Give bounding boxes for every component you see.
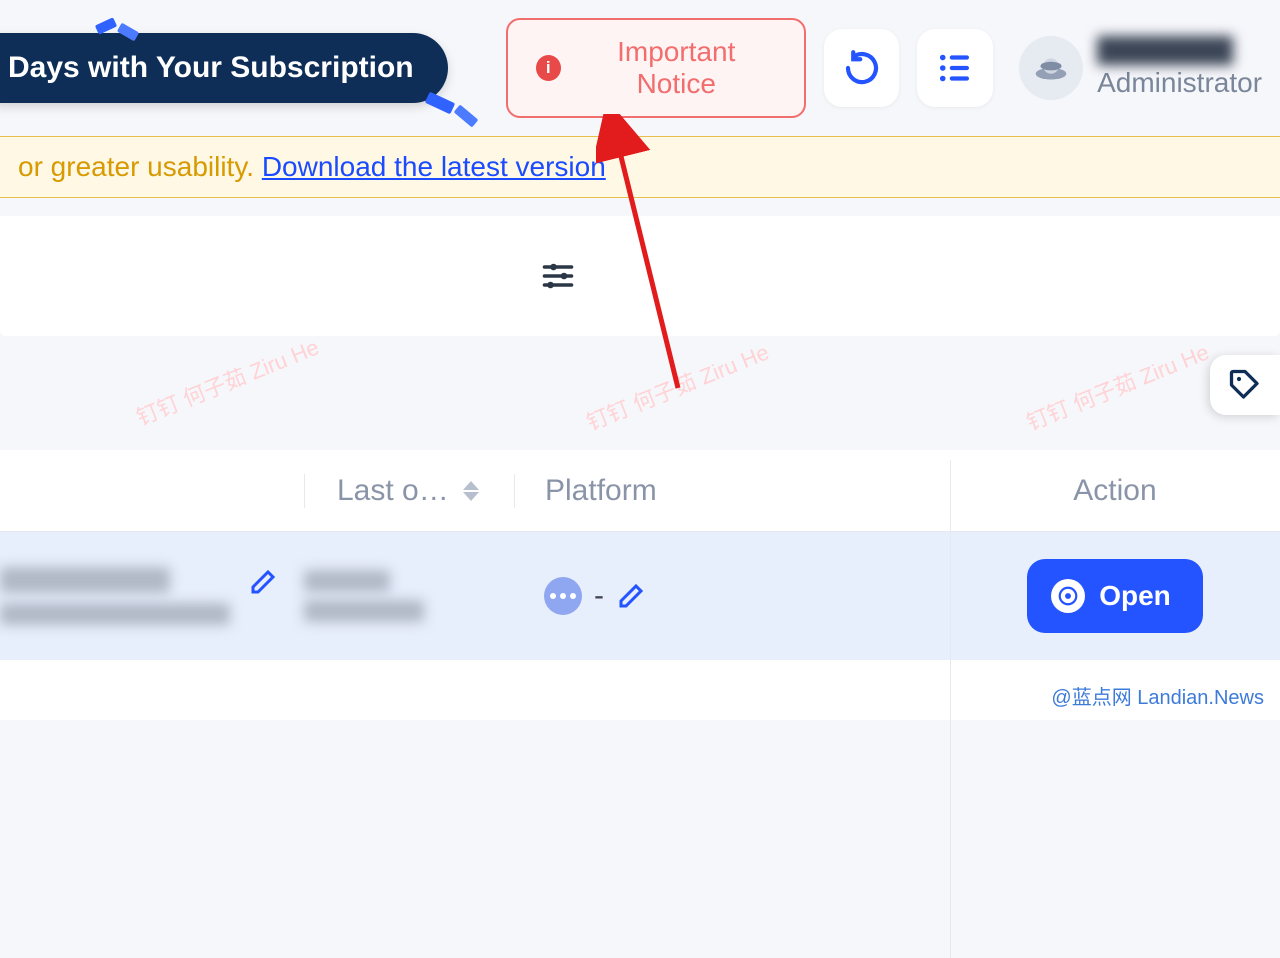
update-banner: or greater usability. Download the lates… bbox=[0, 136, 1280, 198]
avatar bbox=[1019, 36, 1083, 100]
list-icon bbox=[934, 47, 976, 89]
column-header-action: Action bbox=[950, 474, 1280, 508]
download-latest-link[interactable]: Download the latest version bbox=[262, 151, 606, 182]
open-button-label: Open bbox=[1099, 580, 1171, 612]
cell-profile bbox=[0, 567, 304, 625]
watermark-text: 钉钉 何子茹 Ziru He bbox=[131, 330, 323, 432]
last-open-date-redacted bbox=[304, 600, 424, 622]
table-header: Last o… Platform Action bbox=[0, 450, 1280, 532]
last-open-time-redacted bbox=[304, 570, 390, 592]
user-name: ████████ bbox=[1097, 37, 1262, 65]
column-header-last-open[interactable]: Last o… bbox=[304, 474, 514, 508]
refresh-icon bbox=[841, 47, 883, 89]
confetti-icon bbox=[453, 104, 478, 127]
subscription-banner: Days with Your Subscription bbox=[0, 33, 448, 103]
sort-icon bbox=[463, 481, 479, 501]
profile-name-redacted bbox=[0, 567, 170, 593]
table-row: - Open bbox=[0, 532, 1280, 660]
column-header-label: Action bbox=[1073, 474, 1156, 507]
open-icon-wrap bbox=[1051, 579, 1085, 613]
info-icon: i bbox=[536, 55, 561, 81]
avatar-icon bbox=[1028, 45, 1074, 91]
filter-button[interactable] bbox=[540, 236, 576, 315]
cell-action: Open bbox=[950, 559, 1280, 633]
user-text: ████████ Administrator bbox=[1097, 37, 1262, 99]
edit-platform-button[interactable] bbox=[616, 581, 646, 611]
user-role: Administrator bbox=[1097, 67, 1262, 99]
edit-profile-button[interactable] bbox=[248, 567, 278, 597]
profile-id-redacted bbox=[0, 603, 230, 625]
source-label: @蓝点网 Landian.News bbox=[1051, 681, 1264, 710]
cell-last-open bbox=[304, 570, 514, 622]
cell-platform: - bbox=[514, 577, 950, 615]
refresh-button[interactable] bbox=[824, 29, 900, 107]
edit-icon bbox=[248, 567, 278, 597]
confetti-icon bbox=[424, 92, 454, 115]
subscription-banner-text: Days with Your Subscription bbox=[8, 51, 414, 84]
column-header-label: Platform bbox=[545, 474, 657, 507]
important-notice-button[interactable]: i Important Notice bbox=[506, 18, 806, 118]
list-button[interactable] bbox=[917, 29, 993, 107]
important-notice-label: Important Notice bbox=[577, 36, 776, 100]
tag-float-button[interactable] bbox=[1210, 355, 1280, 415]
confetti-icon bbox=[95, 17, 117, 35]
column-header-label: Last o… bbox=[337, 474, 449, 508]
column-header-platform[interactable]: Platform bbox=[514, 474, 950, 508]
update-banner-text: or greater usability. bbox=[18, 151, 262, 182]
user-block[interactable]: ████████ Administrator bbox=[1019, 36, 1262, 100]
header-bar: Days with Your Subscription i Important … bbox=[0, 0, 1280, 136]
data-table: Last o… Platform Action bbox=[0, 450, 1280, 720]
sliders-icon bbox=[540, 258, 576, 294]
platform-separator: - bbox=[594, 579, 604, 613]
watermark-text: 钉钉 何子茹 Ziru He bbox=[581, 335, 773, 437]
edit-icon bbox=[616, 581, 646, 611]
browser-icon bbox=[544, 577, 582, 615]
open-button[interactable]: Open bbox=[1027, 559, 1203, 633]
watermark-text: 钉钉 何子茹 Ziru He bbox=[1021, 335, 1213, 437]
search-strip bbox=[0, 216, 1280, 336]
tag-icon bbox=[1227, 367, 1263, 403]
chrome-icon bbox=[1057, 585, 1079, 607]
confetti-icon bbox=[117, 23, 139, 42]
